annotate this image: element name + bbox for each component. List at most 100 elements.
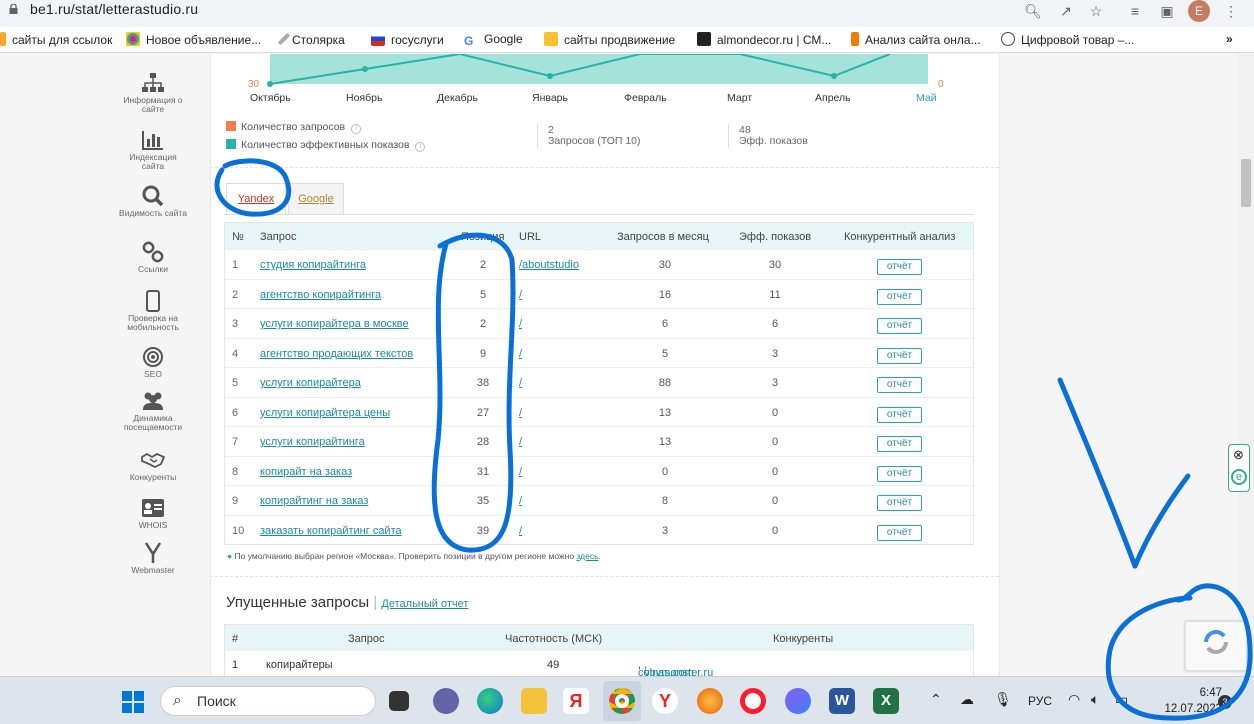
report-button[interactable]: отчёт [877, 288, 922, 305]
playlist-icon[interactable]: ≡ [1126, 2, 1144, 20]
report-button[interactable]: отчёт [877, 465, 922, 482]
row-query-link[interactable]: заказать копирайтинг сайта [260, 525, 402, 537]
e-icon[interactable]: e [1231, 469, 1247, 485]
row-url-link[interactable]: / [519, 525, 522, 537]
report-button[interactable]: отчёт [877, 318, 922, 334]
side-panel-icon[interactable]: ▣ [1158, 2, 1176, 20]
edge-icon[interactable] [477, 688, 503, 714]
info-icon[interactable]: i [415, 142, 426, 152]
competitor-link[interactable]: ylnas.com [644, 667, 694, 676]
bookmark-item[interactable]: Анализ сайта онла... [851, 32, 981, 47]
report-button[interactable]: отчёт [877, 436, 922, 452]
notification-badge[interactable]: 3 [1218, 695, 1232, 709]
opera-icon[interactable] [740, 688, 766, 714]
bookmark-item[interactable]: Столярка [277, 32, 345, 47]
month-label: Октябрь [250, 92, 291, 104]
report-button[interactable]: отчёт [877, 259, 922, 275]
wifi-icon[interactable]: ◠ [1068, 691, 1080, 708]
row-query-link[interactable]: услуги копирайтинга [260, 436, 365, 448]
chrome-icon[interactable] [609, 688, 635, 714]
cloud-sync-icon[interactable]: ☁ [960, 691, 974, 708]
row-query-link[interactable]: копирайт на заказ [260, 466, 352, 478]
word-icon[interactable]: W [829, 688, 855, 714]
row-query-link[interactable]: агентство продающих текстов [260, 348, 413, 360]
sidebar-item-indexing[interactable]: Индексация сайта [118, 129, 188, 171]
row-query-link[interactable]: услуги копирайтера [260, 377, 361, 389]
sidebar-item-traffic[interactable]: Динамика посещаемости [118, 390, 188, 432]
menu-icon[interactable]: ⋮ [1222, 2, 1240, 20]
bookmark-item[interactable]: сайты продвижение [544, 32, 675, 47]
volume-icon[interactable]: 🔈︎ [1091, 691, 1099, 708]
bookmark-item[interactable]: Цифровой товар –... [1001, 32, 1134, 47]
teams-icon[interactable] [433, 688, 459, 714]
star-icon[interactable]: ☆ [1087, 2, 1105, 20]
language-indicator[interactable]: РУС [1028, 694, 1052, 708]
alice-icon[interactable] [785, 688, 811, 714]
url-text[interactable]: be1.ru/stat/letterastudio.ru [30, 1, 198, 17]
profile-avatar[interactable]: E [1188, 0, 1210, 22]
scrollbar-thumb[interactable] [1241, 159, 1251, 207]
row-number: 10 [232, 524, 245, 537]
sidebar-item-webmaster[interactable]: Webmaster [118, 542, 188, 575]
bookmark-item[interactable]: almondecor.ru | СМ... [697, 32, 831, 47]
tab-google[interactable]: Google [288, 183, 344, 214]
row-url-link[interactable]: / [519, 348, 522, 360]
bookmark-item[interactable]: госуслуги [371, 32, 444, 47]
close-icon[interactable]: ⊗ [1233, 447, 1244, 463]
battery-icon[interactable]: ▭ [1115, 691, 1128, 708]
row-url-link[interactable]: / [519, 377, 522, 389]
sidebar-item-competitors[interactable]: Конкуренты [118, 449, 188, 482]
task-view-icon[interactable] [389, 691, 409, 711]
side-widget[interactable]: ⊗ e [1228, 444, 1250, 492]
sidebar-item-visibility[interactable]: Видимость сайта [118, 185, 188, 218]
sidebar-item-info[interactable]: Информация о сайте [118, 72, 188, 114]
row-url-link[interactable]: /aboutstudio [519, 259, 579, 271]
chevron-up-icon[interactable]: ⌃ [930, 691, 942, 708]
file-explorer-icon[interactable] [521, 688, 547, 714]
table-row: 1 студия копирайтинга 2/aboutstudio 30 30 отч… [225, 249, 973, 279]
report-button[interactable]: отчёт [877, 347, 922, 364]
zoom-icon[interactable]: 🔍︎ [1024, 2, 1042, 20]
tabs-divider [224, 214, 974, 215]
taskbar-search[interactable]: ⌕ Поиск [160, 686, 376, 716]
sidebar-item-seo[interactable]: SEO [118, 346, 188, 379]
row-query-link[interactable]: услуги копирайтера цены [260, 407, 390, 419]
row-url-link[interactable]: / [519, 495, 522, 507]
excel-icon[interactable]: X [873, 688, 899, 714]
share-icon[interactable]: ↗ [1057, 2, 1075, 20]
region-link[interactable]: здесь [576, 551, 598, 561]
microphone-icon[interactable]: 🎙︎ [994, 691, 1012, 708]
more-bookmarks-button[interactable]: » [1226, 32, 1233, 46]
windows-start-icon[interactable] [122, 691, 144, 713]
row-url-link[interactable]: / [519, 407, 522, 419]
row-url-link[interactable]: / [519, 466, 522, 478]
yandex-icon[interactable]: Y [652, 688, 678, 714]
report-button[interactable]: отчёт [877, 524, 922, 541]
divider [728, 124, 729, 148]
tab-yandex[interactable]: Yandex [226, 183, 286, 214]
system-clock[interactable]: 6:47 12.07.2023 [1142, 685, 1222, 717]
row-url-link[interactable]: / [519, 436, 522, 448]
info-icon[interactable]: i [351, 124, 362, 134]
recaptcha-badge[interactable] [1185, 621, 1247, 671]
row-url-link[interactable]: / [519, 289, 522, 301]
sidebar-item-mobile[interactable]: Проверка на мобильность [118, 290, 188, 332]
detail-report-link[interactable]: Детальный отчет [381, 598, 468, 610]
page-scrollbar[interactable] [1238, 54, 1254, 676]
yandex-browser-icon[interactable]: Я [563, 688, 589, 714]
row-url-link[interactable]: / [519, 318, 522, 330]
bookmark-item[interactable]: сайты для ссылок [0, 32, 112, 47]
row-query-link[interactable]: агентство копирайтинга [260, 289, 381, 301]
report-button[interactable]: отчёт [877, 377, 922, 393]
row-query-link[interactable]: услуги копирайтера в москве [260, 318, 409, 330]
row-query-link[interactable]: студия копирайтинга [260, 259, 366, 271]
bookmark-item[interactable]: G Google [464, 32, 523, 48]
report-button[interactable]: отчёт [877, 495, 922, 511]
sidebar-item-links[interactable]: Ссылки [118, 241, 188, 274]
report-button[interactable]: отчёт [877, 406, 922, 423]
bookmark-item[interactable]: Новое объявление... [126, 32, 261, 47]
row-number: 1 [232, 259, 239, 271]
firefox-icon[interactable] [697, 688, 723, 714]
row-query-link[interactable]: копирайтинг на заказ [260, 495, 368, 507]
sidebar-item-whois[interactable]: WHOIS [118, 497, 188, 530]
